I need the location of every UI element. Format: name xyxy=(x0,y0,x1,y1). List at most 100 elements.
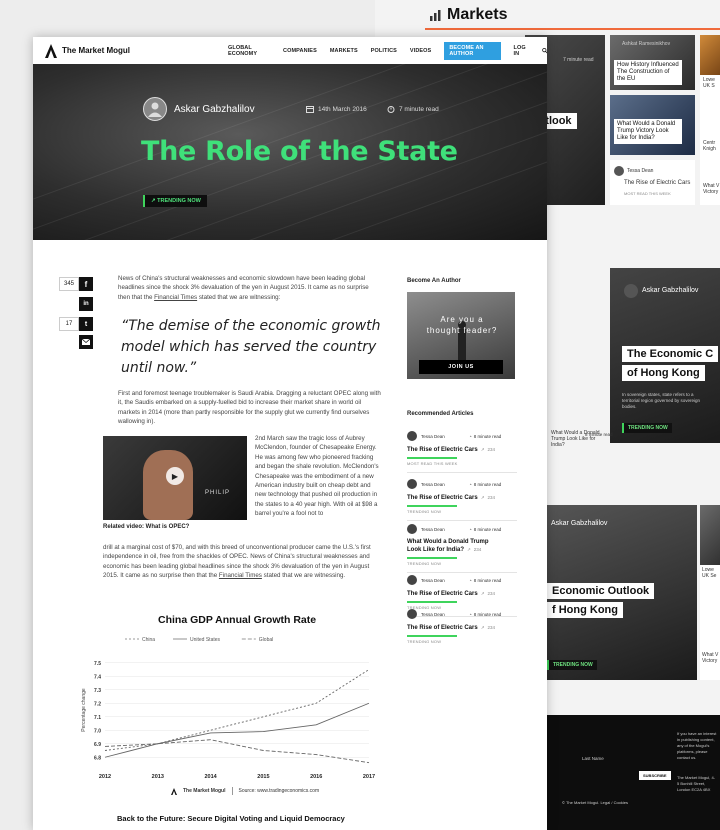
author-promo[interactable]: Are you a thought leader? JOIN US xyxy=(407,292,515,379)
subscribe-button[interactable]: SUBSCRIBE xyxy=(639,771,671,780)
card-tag: MOST READ THIS WEEK xyxy=(624,191,671,196)
trending-label: TRENDING NOW xyxy=(157,198,201,204)
rec-author: Tessa Dean xyxy=(421,433,445,439)
rec-views: 234 xyxy=(473,547,482,552)
screenshot-stage: Markets 7 minute read Outlook Ashkat Ram… xyxy=(0,0,720,830)
card-edge[interactable]: Lowe UK S Centr Knigh What V Victory xyxy=(700,35,720,205)
nav-item-markets[interactable]: MARKETS xyxy=(330,48,358,54)
ft-link[interactable]: Financial Times xyxy=(219,572,262,579)
rec-time: 8 minute read xyxy=(473,611,502,617)
join-us-button[interactable]: JOIN US xyxy=(419,360,503,374)
card-title: What V Victory xyxy=(702,652,719,664)
card-eu-history[interactable]: Ashkat Ramesinikhov How History Influenc… xyxy=(610,35,695,90)
recommended-article[interactable]: Tessa Dean ◔ 8 minute read The Rise of Ele… xyxy=(407,479,517,521)
trending-badge[interactable]: ↗ TRENDING NOW xyxy=(143,195,207,207)
twitter-count: 17 xyxy=(59,317,79,331)
paragraph-text: stated that we are witnessing: xyxy=(197,293,281,301)
rec-title: The Rise of Electric Cars xyxy=(407,591,478,597)
x-tick-label: 2016 xyxy=(310,774,322,780)
search-icon[interactable] xyxy=(541,47,547,54)
article-paragraph: First and foremost teenage troublemaker … xyxy=(118,390,381,426)
paragraph-text: stated that we are witnessing. xyxy=(261,572,346,580)
avatar xyxy=(614,166,624,176)
avatar xyxy=(624,284,638,298)
feature-author: Askar Gabzhalilov xyxy=(551,520,608,527)
economic-outlook-feature[interactable]: Askar Gabzhalilov Economic Outlook f Hon… xyxy=(547,505,697,680)
rec-accent-bar xyxy=(407,635,457,637)
rec-title: The Rise of Electric Cars xyxy=(407,495,478,501)
avatar xyxy=(407,524,417,534)
y-tick-label: 7.2 xyxy=(94,701,101,707)
login-link[interactable]: LOG IN xyxy=(514,45,529,57)
twitter-icon[interactable]: t xyxy=(79,317,93,331)
tile-read-time: 7 minute read xyxy=(563,57,594,63)
x-tick-label: 2017 xyxy=(363,774,375,780)
facebook-icon[interactable]: f xyxy=(79,277,93,291)
card-trump-india[interactable]: What Would a Donald Trump Victory Look L… xyxy=(610,95,695,155)
nav-item-politics[interactable]: POLITICS xyxy=(371,48,397,54)
y-axis-label: Percentage change xyxy=(81,688,87,732)
play-icon[interactable]: ▶ xyxy=(166,467,184,485)
card-edge-bottom[interactable]: Lowe UK Se What V Victory xyxy=(700,505,720,680)
chart-title: China GDP Annual Growth Rate xyxy=(158,614,317,626)
recommended-article[interactable]: Tessa Dean ◔ 8 minute read The Rise of Ele… xyxy=(407,431,517,473)
rec-time: 8 minute read xyxy=(473,577,502,583)
hero-author[interactable]: Askar Gabzhalilov xyxy=(143,97,255,121)
recommended-article[interactable]: Tessa Dean ◔ 8 minute read The Rise of Ele… xyxy=(407,609,517,644)
publish-date: 14th March 2016 xyxy=(306,105,367,113)
become-author-heading: Become An Author xyxy=(407,278,461,284)
card-electric-cars[interactable]: Tessa Dean The Rise of Electric Cars MOS… xyxy=(610,160,695,205)
card-title: The Rise of Electric Cars xyxy=(624,180,691,186)
feature-title-line1: Economic Outlook xyxy=(547,583,655,599)
avatar xyxy=(407,431,417,441)
rec-title: The Rise of Electric Cars xyxy=(407,625,478,631)
rec-accent-bar xyxy=(407,457,457,459)
source-brand: The Market Mogul xyxy=(183,788,226,794)
rec-views: 234 xyxy=(487,495,495,500)
become-author-button[interactable]: BECOME AN AUTHOR xyxy=(444,41,501,60)
feature-title-line2: of Hong Kong xyxy=(622,365,705,381)
stopwatch-icon: ◔ xyxy=(469,611,472,617)
recommended-article[interactable]: Tessa Dean ◔ 8 minute read What Would a Do… xyxy=(407,524,517,573)
video-brand: PHILIP xyxy=(205,490,231,496)
footer-address: The Market Mogul, 4-5 Bonhill Street, Lo… xyxy=(677,775,716,792)
rec-tag: TRENDING NOW xyxy=(407,560,442,566)
stopwatch-icon: ◔ xyxy=(469,433,472,439)
email-icon[interactable] xyxy=(79,335,93,349)
hero-banner: Askar Gabzhalilov 14th March 2016 7 minu… xyxy=(33,64,547,240)
feature-title-line2: f Hong Kong xyxy=(547,602,623,618)
article-paragraph: 2nd March saw the tragic loss of Aubrey … xyxy=(255,435,379,518)
video-player[interactable]: ▶ PHILIP xyxy=(103,436,247,520)
rec-accent-bar xyxy=(407,505,457,507)
nav-item-companies[interactable]: COMPANIES xyxy=(283,48,317,54)
views-icon: ↗ xyxy=(480,447,485,452)
last-name-field[interactable]: Last Name xyxy=(582,756,604,762)
linkedin-icon[interactable]: in xyxy=(79,297,93,311)
nav-item-videos[interactable]: VIDEOS xyxy=(410,48,431,54)
legend-label: United States xyxy=(190,637,221,643)
source-divider xyxy=(231,787,233,795)
recommended-heading: Recommended Articles xyxy=(407,411,474,417)
ft-link[interactable]: Financial Times xyxy=(154,294,197,301)
brand-logo[interactable]: The Market Mogul xyxy=(45,43,130,58)
nav-menu: GLOBAL ECONOMY COMPANIES MARKETS POLITIC… xyxy=(228,37,547,64)
next-article-link[interactable]: Back to the Future: Secure Digital Votin… xyxy=(117,814,345,823)
facebook-count: 345 xyxy=(59,277,79,291)
rec-time: 8 minute read xyxy=(473,481,502,487)
share-twitter: 17 t xyxy=(59,317,93,331)
card-author: Tessa Dean xyxy=(627,168,654,174)
stopwatch-icon: ◔ xyxy=(469,526,472,532)
avatar xyxy=(407,479,417,489)
markets-title: Markets xyxy=(447,6,508,23)
stopwatch-icon: ◔ xyxy=(469,481,472,487)
stopwatch-icon xyxy=(387,106,395,113)
views-icon: ↗ xyxy=(480,625,485,630)
card-title: How History Influenced The Construction … xyxy=(614,60,682,85)
x-tick-label: 2014 xyxy=(204,774,217,780)
nav-item-global-economy[interactable]: GLOBAL ECONOMY xyxy=(228,45,270,57)
article-title: The Role of the State xyxy=(141,136,458,167)
rec-accent-bar xyxy=(407,557,457,559)
views-icon: ↗ xyxy=(480,495,485,500)
mogul-logo-icon xyxy=(45,43,57,58)
hong-kong-feature[interactable]: Askar Gabzhalilov The Economic C of Hong… xyxy=(610,268,720,443)
